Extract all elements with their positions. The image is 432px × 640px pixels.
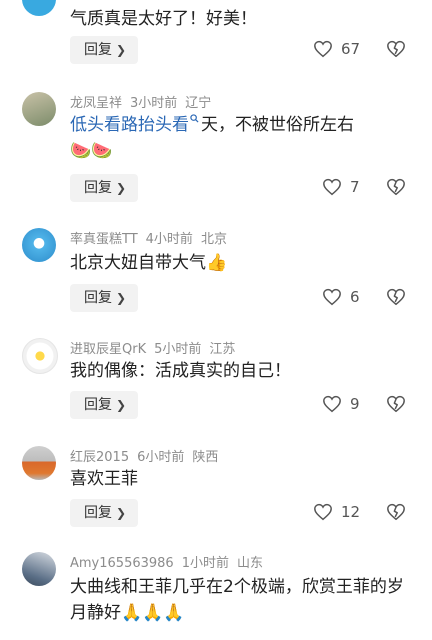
comment-meta: 红辰2015 6小时前 陕西 <box>70 446 226 465</box>
reply-button[interactable]: 回复 ❯ <box>70 499 139 527</box>
chevron-right-icon: ❯ <box>116 398 127 412</box>
reply-button[interactable]: 回复 ❯ <box>70 36 139 64</box>
timestamp: 3小时前 <box>130 96 178 111</box>
chevron-right-icon: ❯ <box>116 291 127 305</box>
username[interactable]: 红辰2015 <box>70 450 129 465</box>
like-count: 67 <box>341 40 361 58</box>
chevron-right-icon: ❯ <box>116 181 127 195</box>
location: 北京 <box>200 232 227 247</box>
like-count: 6 <box>350 288 360 306</box>
avatar[interactable] <box>22 338 58 374</box>
reply-button[interactable]: 回复 ❯ <box>70 391 139 419</box>
reply-button[interactable]: 回复 ❯ <box>70 174 139 202</box>
search-icon <box>190 114 199 123</box>
emoji: 🙏🙏🙏 <box>121 603 185 623</box>
reply-button[interactable]: 回复 ❯ <box>70 284 139 312</box>
dislike-button[interactable] <box>386 40 406 58</box>
username[interactable]: 率真蛋糕TT <box>70 232 138 247</box>
location: 山东 <box>236 556 263 571</box>
like-button[interactable]: 7 <box>322 178 360 196</box>
comment-text: 气质真是太好了！好美！ <box>70 9 257 29</box>
like-count: 9 <box>350 395 360 413</box>
avatar[interactable] <box>22 228 56 262</box>
location: 辽宁 <box>185 96 212 111</box>
chevron-right-icon: ❯ <box>116 506 127 520</box>
location: 江苏 <box>209 342 236 357</box>
comment-text: 大曲线和王菲几乎在2个极端，欣赏王菲的岁月静好🙏🙏🙏 <box>70 577 404 623</box>
comment-text: 北京大妞自带大气👍 <box>70 253 228 273</box>
comment-meta: Amy165563986 1小时前 山东 <box>70 552 271 571</box>
timestamp: 4小时前 <box>145 232 193 247</box>
timestamp: 6小时前 <box>137 450 185 465</box>
like-button[interactable]: 9 <box>322 395 360 413</box>
like-button[interactable]: 67 <box>313 40 360 58</box>
dislike-button[interactable] <box>386 395 406 413</box>
chevron-right-icon: ❯ <box>116 43 127 57</box>
comment-meta: 率真蛋糕TT 4小时前 北京 <box>70 228 235 247</box>
broken-heart-icon <box>387 395 405 413</box>
comment-text: 低头看路抬头看 天，不被世俗所左右 🍉🍉 <box>70 114 354 161</box>
emoji: 🍉🍉 <box>70 141 113 161</box>
dislike-button[interactable] <box>386 503 406 521</box>
timestamp: 1小时前 <box>181 556 229 571</box>
dislike-button[interactable] <box>386 178 406 196</box>
avatar[interactable] <box>22 552 56 586</box>
avatar[interactable] <box>22 446 56 480</box>
heart-outline-icon <box>323 395 341 413</box>
avatar[interactable] <box>22 0 56 16</box>
dislike-button[interactable] <box>386 288 406 306</box>
broken-heart-icon <box>387 288 405 306</box>
like-button[interactable]: 12 <box>313 503 360 521</box>
heart-outline-icon <box>314 503 332 521</box>
comment-meta: 龙凤呈祥 3小时前 辽宁 <box>70 92 219 111</box>
broken-heart-icon <box>387 178 405 196</box>
like-button[interactable]: 6 <box>322 288 360 306</box>
broken-heart-icon <box>387 503 405 521</box>
comment-meta: 进取辰星QrK 5小时前 江苏 <box>70 338 243 357</box>
comment-text: 我的偶像：活成真实的自己！ <box>70 361 291 381</box>
broken-heart-icon <box>387 40 405 58</box>
heart-outline-icon <box>323 178 341 196</box>
like-count: 12 <box>341 503 361 521</box>
username[interactable]: 龙凤呈祥 <box>70 96 122 111</box>
username[interactable]: 进取辰星QrK <box>70 342 146 357</box>
search-link[interactable]: 低头看路抬头看 <box>70 115 189 135</box>
heart-outline-icon <box>314 40 332 58</box>
location: 陕西 <box>192 450 219 465</box>
avatar[interactable] <box>22 92 56 126</box>
timestamp: 5小时前 <box>154 342 202 357</box>
heart-outline-icon <box>323 288 341 306</box>
emoji: 👍 <box>206 253 228 273</box>
username[interactable]: Amy165563986 <box>70 556 174 571</box>
like-count: 7 <box>350 178 360 196</box>
comment-text: 喜欢王菲 <box>70 469 138 489</box>
